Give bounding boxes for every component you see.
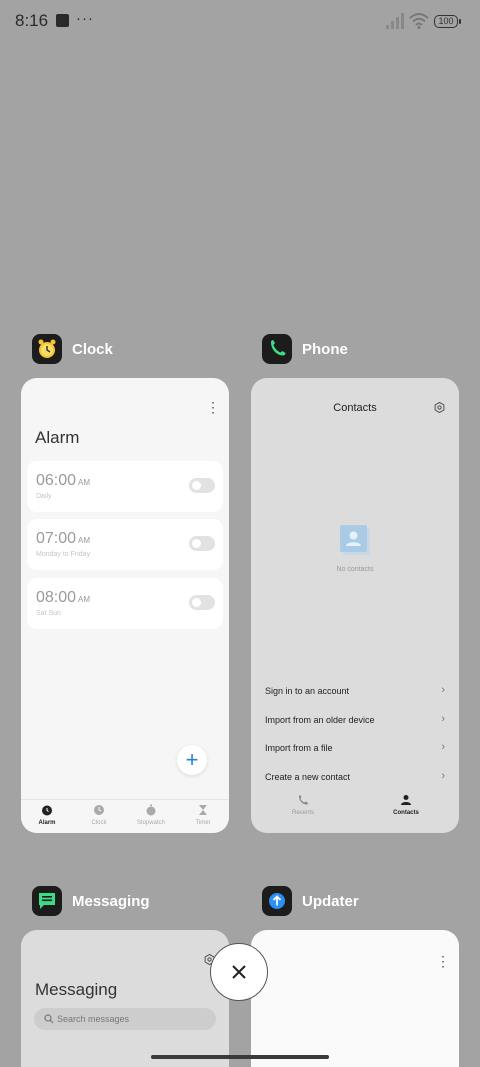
more-options-icon[interactable]: ⋮ — [436, 954, 450, 968]
status-bar: 8:16 ··· 100 — [0, 0, 480, 44]
nav-alarm[interactable]: Alarm — [21, 804, 73, 826]
home-indicator[interactable] — [151, 1055, 329, 1059]
alarm-ampm: AM — [78, 595, 91, 604]
alarm-time: 06:00 — [36, 472, 77, 489]
app-header-messaging[interactable]: Messaging — [32, 886, 202, 918]
app-name-clock: Clock — [72, 341, 113, 358]
app-header-clock[interactable]: Clock — [32, 334, 182, 366]
alarm-title: Alarm — [35, 428, 80, 447]
clear-all-button[interactable] — [210, 943, 268, 1001]
empty-state-text: No contacts — [336, 566, 374, 573]
arrow-up-icon — [262, 886, 292, 916]
settings-icon[interactable] — [434, 402, 445, 413]
nav-timer[interactable]: Timer — [177, 804, 229, 826]
alarm-item[interactable]: 06:00 AM Daily — [27, 461, 223, 512]
phone-icon — [262, 334, 292, 364]
alarm-icon — [42, 805, 52, 816]
menu-label: Import from an older device — [265, 715, 375, 725]
nav-label: Clock — [91, 820, 107, 826]
chevron-right-icon: › — [441, 770, 445, 782]
add-alarm-button[interactable]: + — [177, 745, 207, 775]
nav-label: Alarm — [38, 820, 56, 826]
nav-label: Timer — [195, 820, 211, 826]
status-time: 8:16 — [15, 11, 49, 30]
more-options-icon[interactable]: ⋮ — [206, 400, 220, 414]
alarm-repeat: Sat Sun — [36, 610, 61, 617]
alarm-time: 07:00 — [36, 530, 77, 547]
app-header-updater[interactable]: Updater — [262, 886, 412, 918]
person-icon — [401, 795, 411, 805]
alarm-repeat: Monday to Friday — [36, 551, 91, 558]
phone-app-card[interactable]: Contacts No contacts Sign in to an accou… — [251, 378, 459, 833]
import-file-item[interactable]: Import from a file › — [265, 741, 445, 757]
alarm-repeat: Daily — [36, 493, 52, 500]
alarm-clock-icon — [32, 334, 62, 364]
search-messages-input[interactable]: Search messages — [34, 1008, 216, 1030]
alarm-ampm: AM — [78, 536, 91, 545]
sign-in-account-item[interactable]: Sign in to an account › — [265, 684, 445, 700]
contact-card-icon — [340, 525, 370, 555]
nav-label: Stopwatch — [136, 820, 166, 826]
alarm-ampm: AM — [78, 478, 91, 487]
chevron-right-icon: › — [441, 713, 445, 725]
alarm-toggle[interactable] — [189, 536, 215, 551]
menu-label: Create a new contact — [265, 772, 351, 782]
phone-icon — [299, 795, 308, 805]
import-older-device-item[interactable]: Import from an older device › — [265, 713, 445, 729]
updater-app-card[interactable]: ⋮ — [251, 930, 459, 1067]
clock-icon — [94, 805, 104, 815]
messaging-app-card[interactable]: Messaging Search messages — [21, 930, 229, 1067]
alarm-item[interactable]: 08:00 AM Sat Sun — [27, 578, 223, 629]
recording-icon — [56, 14, 69, 27]
chat-icon — [32, 886, 62, 916]
battery-icon: 100 — [434, 15, 461, 28]
create-contact-item[interactable]: Create a new contact › — [265, 770, 445, 786]
alarm-item[interactable]: 07:00 AM Monday to Friday — [27, 519, 223, 570]
search-placeholder: Search messages — [57, 1014, 130, 1024]
clock-bottom-nav: Alarm Clock Stopwatch Timer — [21, 799, 229, 833]
alarm-toggle[interactable] — [189, 478, 215, 493]
nav-clock[interactable]: Clock — [73, 804, 125, 826]
nav-stopwatch[interactable]: Stopwatch — [125, 804, 177, 826]
signal-icon — [386, 13, 404, 29]
app-name-messaging: Messaging — [72, 893, 150, 910]
alarm-toggle[interactable] — [189, 595, 215, 610]
app-name-updater: Updater — [302, 893, 359, 910]
clock-app-card[interactable]: ⋮ Alarm 06:00 AM Daily 07:00 AM Monday to … — [21, 378, 229, 833]
app-header-phone[interactable]: Phone — [262, 334, 412, 366]
more-notifications-icon: ··· — [76, 10, 94, 27]
menu-label: Sign in to an account — [265, 686, 350, 696]
menu-label: Import from a file — [265, 743, 333, 753]
chevron-right-icon: › — [441, 741, 445, 753]
nav-recents[interactable]: Recents — [253, 794, 353, 816]
search-icon — [44, 1014, 54, 1024]
wifi-icon — [409, 13, 429, 29]
nav-label: Recents — [291, 810, 314, 816]
messaging-title: Messaging — [35, 980, 118, 999]
hourglass-icon — [199, 805, 207, 815]
stopwatch-icon — [146, 804, 156, 816]
close-icon — [232, 965, 246, 979]
contacts-title: Contacts — [333, 402, 377, 414]
chevron-right-icon: › — [441, 684, 445, 696]
nav-label: Contacts — [393, 810, 419, 816]
alarm-time: 08:00 — [36, 589, 77, 606]
nav-contacts[interactable]: Contacts — [356, 794, 456, 816]
app-name-phone: Phone — [302, 341, 348, 358]
